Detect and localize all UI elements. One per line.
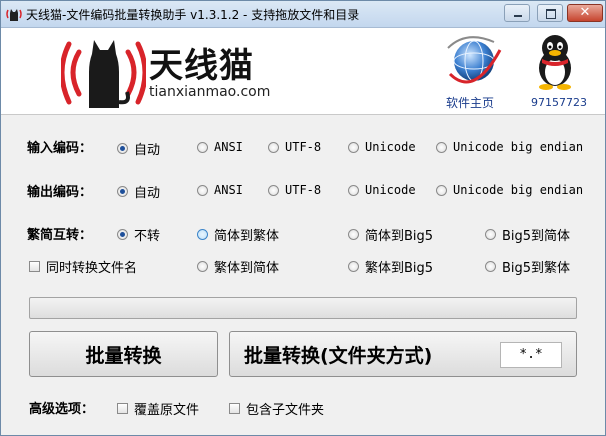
batch-convert-button[interactable]: 批量转换 xyxy=(29,331,218,377)
input-encoding-label: 输入编码： xyxy=(27,141,93,156)
conversion-trad-to-big5[interactable]: 繁体到Big5 xyxy=(348,257,433,276)
radio-icon[interactable] xyxy=(348,184,359,196)
output-encoding-unicode[interactable]: Unicode xyxy=(348,183,416,197)
radio-icon[interactable] xyxy=(485,229,496,240)
input-encoding-unicode[interactable]: Unicode xyxy=(348,140,416,154)
close-button[interactable]: ✕ xyxy=(567,4,603,22)
checkbox-icon[interactable] xyxy=(117,403,128,414)
advanced-options-label: 高级选项： xyxy=(29,402,95,417)
close-icon: ✕ xyxy=(579,5,591,20)
globe-icon[interactable] xyxy=(444,32,502,90)
checkbox-icon[interactable] xyxy=(29,261,40,272)
cat-antenna-logo-icon xyxy=(61,40,146,108)
radio-icon[interactable] xyxy=(197,141,208,153)
conversion-label: 繁简互转： xyxy=(27,228,93,243)
radio-icon[interactable] xyxy=(117,229,128,240)
radio-icon[interactable] xyxy=(197,261,208,272)
radio-icon[interactable] xyxy=(268,184,279,196)
conversion-big5-to-simp[interactable]: Big5到简体 xyxy=(485,225,570,244)
conversion-simp-to-big5[interactable]: 简体到Big5 xyxy=(348,225,433,244)
header-divider xyxy=(1,114,605,115)
title-bar[interactable]: 天线猫-文件编码批量转换助手 v1.3.1.2 - 支持拖放文件和目录 ✕ xyxy=(1,1,605,28)
radio-icon[interactable] xyxy=(268,141,279,153)
file-mask-input[interactable]: *.* xyxy=(500,342,562,368)
maximize-button[interactable] xyxy=(537,4,563,22)
window-title: 天线猫-文件编码批量转换助手 v1.3.1.2 - 支持拖放文件和目录 xyxy=(26,8,360,22)
conversion-none[interactable]: 不转 xyxy=(117,225,160,244)
radio-icon[interactable] xyxy=(348,229,359,240)
output-encoding-label: 输出编码： xyxy=(27,185,93,200)
overwrite-checkbox[interactable]: 覆盖原文件 xyxy=(117,399,199,418)
convert-filename-checkbox[interactable]: 同时转换文件名 xyxy=(29,257,137,276)
radio-icon[interactable] xyxy=(117,186,128,197)
brand-url: tianxianmao.com xyxy=(149,84,271,100)
output-encoding-utf8[interactable]: UTF-8 xyxy=(268,183,321,197)
output-encoding-unicode-be[interactable]: Unicode big endian xyxy=(436,183,583,197)
radio-icon[interactable] xyxy=(436,184,447,196)
input-encoding-ansi[interactable]: ANSI xyxy=(197,140,243,154)
conversion-simp-to-trad[interactable]: 简体到繁体 xyxy=(197,225,279,244)
conversion-trad-to-simp[interactable]: 繁体到简体 xyxy=(197,257,279,276)
header-banner: 天线猫 tianxianmao.com 软件主页 97157723 xyxy=(1,28,605,114)
output-encoding-auto[interactable]: 自动 xyxy=(117,182,160,201)
app-cat-icon xyxy=(6,9,22,21)
conversion-big5-to-trad[interactable]: Big5到繁体 xyxy=(485,257,570,276)
input-encoding-auto[interactable]: 自动 xyxy=(117,139,160,158)
progress-bar xyxy=(29,297,577,319)
input-encoding-utf8[interactable]: UTF-8 xyxy=(268,140,321,154)
qq-penguin-icon[interactable] xyxy=(532,32,578,90)
minimize-button[interactable] xyxy=(504,4,530,22)
output-encoding-ansi[interactable]: ANSI xyxy=(197,183,243,197)
radio-icon[interactable] xyxy=(117,143,128,154)
qq-number[interactable]: 97157723 xyxy=(531,96,587,109)
maximize-icon xyxy=(538,5,562,21)
radio-icon[interactable] xyxy=(436,141,447,153)
minimize-icon xyxy=(505,5,529,21)
radio-icon[interactable] xyxy=(197,229,208,240)
radio-icon[interactable] xyxy=(485,261,496,272)
input-encoding-unicode-be[interactable]: Unicode big endian xyxy=(436,140,583,154)
app-window: 天线猫-文件编码批量转换助手 v1.3.1.2 - 支持拖放文件和目录 ✕ 天线… xyxy=(0,0,606,436)
brand-name: 天线猫 xyxy=(149,46,254,86)
home-page-link[interactable]: 软件主页 xyxy=(446,94,494,111)
radio-icon[interactable] xyxy=(348,261,359,272)
include-subfolders-checkbox[interactable]: 包含子文件夹 xyxy=(229,399,324,418)
checkbox-icon[interactable] xyxy=(229,403,240,414)
radio-icon[interactable] xyxy=(348,141,359,153)
radio-icon[interactable] xyxy=(197,184,208,196)
